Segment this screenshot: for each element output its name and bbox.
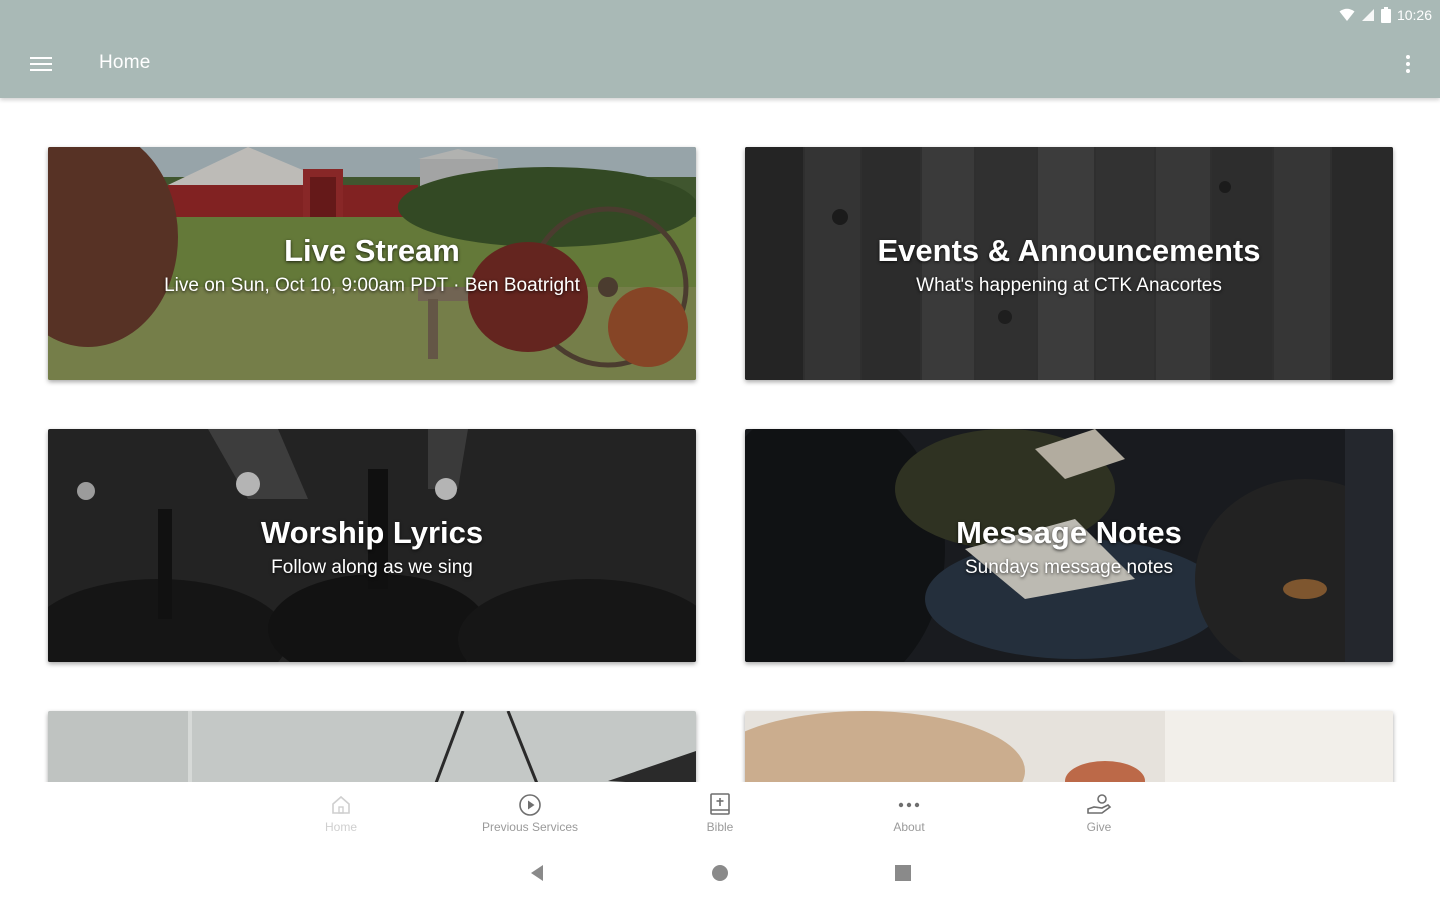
nav-item-home[interactable]: Home [266, 792, 416, 840]
nav-label: Previous Services [481, 820, 579, 834]
overflow-menu-button[interactable] [1396, 50, 1420, 78]
back-triangle-icon [531, 865, 543, 881]
open-book-image [745, 711, 1393, 782]
nav-item-about[interactable]: About [834, 792, 984, 840]
home-circle-icon [712, 865, 728, 881]
card-title: Worship Lyrics [260, 515, 484, 550]
card-title: Events & Announcements [877, 233, 1261, 268]
play-circle-icon [518, 792, 542, 818]
system-navigation-bar [0, 842, 1440, 900]
card-events-announcements[interactable]: Events & Announcements What's happening … [745, 147, 1393, 380]
nav-item-bible[interactable]: Bible [645, 792, 795, 840]
page-title: Home [99, 52, 151, 73]
nav-item-give[interactable]: Give [1024, 792, 1174, 840]
nav-label: Home [324, 820, 357, 834]
status-bar: 10:26 [1339, 4, 1432, 26]
card-worship-lyrics[interactable]: Worship Lyrics Follow along as we sing [48, 429, 696, 662]
give-hand-icon [1086, 792, 1112, 818]
card-title: Live Stream [284, 233, 460, 268]
card-subtitle: What's happening at CTK Anacortes [916, 275, 1222, 296]
back-button[interactable] [517, 860, 557, 886]
card-live-stream[interactable]: Live Stream Live on Sun, Oct 10, 9:00am … [48, 147, 696, 380]
signal-icon [1361, 8, 1375, 22]
nav-item-previous-services[interactable]: Previous Services [455, 792, 605, 840]
home-system-button[interactable] [700, 860, 740, 886]
card-subtitle: Live on Sun, Oct 10, 9:00am PDT · Ben Bo… [164, 275, 580, 296]
more-vertical-icon [1406, 55, 1410, 73]
bible-icon [709, 792, 731, 818]
nav-label: About [893, 820, 925, 834]
more-horizontal-icon [897, 792, 921, 818]
nav-label: Give [1086, 820, 1112, 834]
menu-button[interactable] [24, 50, 58, 78]
card-partial-right[interactable] [745, 711, 1393, 782]
bottom-navigation: Home Previous Services Bible About Give [0, 782, 1440, 842]
card-subtitle: Follow along as we sing [271, 557, 473, 578]
hamburger-menu-icon [30, 57, 52, 71]
home-icon [330, 792, 352, 818]
home-content: Live Stream Live on Sun, Oct 10, 9:00am … [0, 98, 1440, 782]
top-bar: 10:26 Home [0, 0, 1440, 98]
app-bar: Home [0, 40, 1440, 88]
card-message-notes[interactable]: Message Notes Sundays message notes [745, 429, 1393, 662]
nav-label: Bible [706, 820, 734, 834]
wifi-icon [1339, 8, 1355, 22]
card-title: Message Notes [956, 515, 1182, 550]
recents-square-icon [895, 865, 911, 881]
interior-wall-image [48, 711, 696, 782]
recents-button[interactable] [883, 860, 923, 886]
card-partial-left[interactable] [48, 711, 696, 782]
card-subtitle: Sundays message notes [964, 557, 1174, 578]
battery-icon [1380, 7, 1391, 23]
status-time: 10:26 [1396, 7, 1432, 23]
